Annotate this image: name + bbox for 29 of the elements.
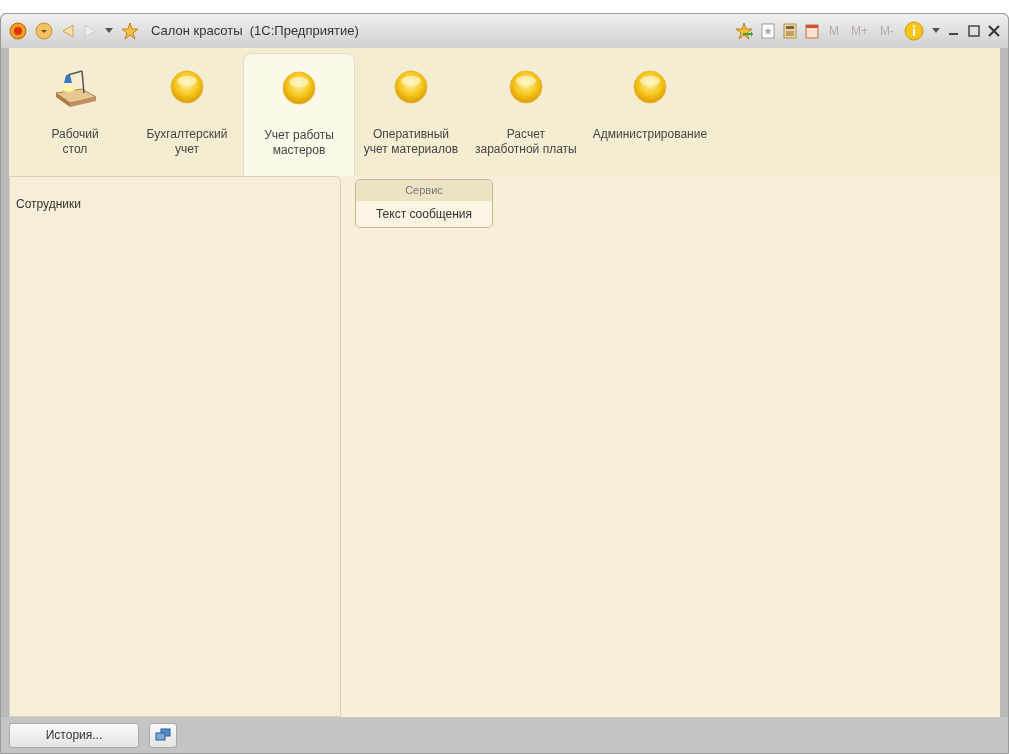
section-tab[interactable]: Рабочий стол bbox=[19, 53, 131, 176]
logo-icon[interactable] bbox=[9, 22, 27, 40]
calculator-icon[interactable] bbox=[783, 23, 797, 39]
info-icon[interactable] bbox=[904, 21, 924, 41]
orb-icon bbox=[632, 70, 667, 104]
star-arrow-icon[interactable] bbox=[735, 22, 753, 40]
orb-icon bbox=[508, 70, 543, 104]
dropdown-caret-icon[interactable] bbox=[105, 28, 113, 34]
group-title: Сервис bbox=[356, 180, 492, 201]
menu-icon[interactable] bbox=[35, 22, 53, 40]
close-icon[interactable] bbox=[988, 25, 1000, 37]
window-title: Салон красоты (1С:Предприятие) bbox=[151, 22, 359, 41]
action-link[interactable]: Текст сообщения bbox=[356, 200, 492, 227]
star-icon[interactable] bbox=[121, 22, 139, 40]
windows-button[interactable] bbox=[149, 722, 177, 748]
section-tab[interactable]: Администрирование bbox=[584, 53, 716, 176]
windows-icon bbox=[155, 728, 171, 742]
section-tab[interactable]: Бухгалтерский учет bbox=[131, 53, 243, 176]
history-button[interactable]: История... bbox=[9, 722, 139, 748]
calendar-icon[interactable] bbox=[805, 23, 819, 39]
dropdown-caret-icon[interactable] bbox=[932, 28, 940, 34]
navigation-link[interactable]: Сотрудники bbox=[16, 195, 81, 213]
section-tab[interactable]: Оперативный учет материалов bbox=[355, 53, 467, 176]
orb-icon bbox=[394, 70, 428, 104]
maximize-icon[interactable] bbox=[968, 25, 980, 37]
orb-icon bbox=[170, 70, 204, 104]
orb-icon bbox=[282, 71, 316, 105]
section-tab[interactable]: Учет работы мастеров bbox=[243, 53, 355, 176]
section-tab[interactable]: Расчет заработной платы bbox=[467, 53, 585, 176]
